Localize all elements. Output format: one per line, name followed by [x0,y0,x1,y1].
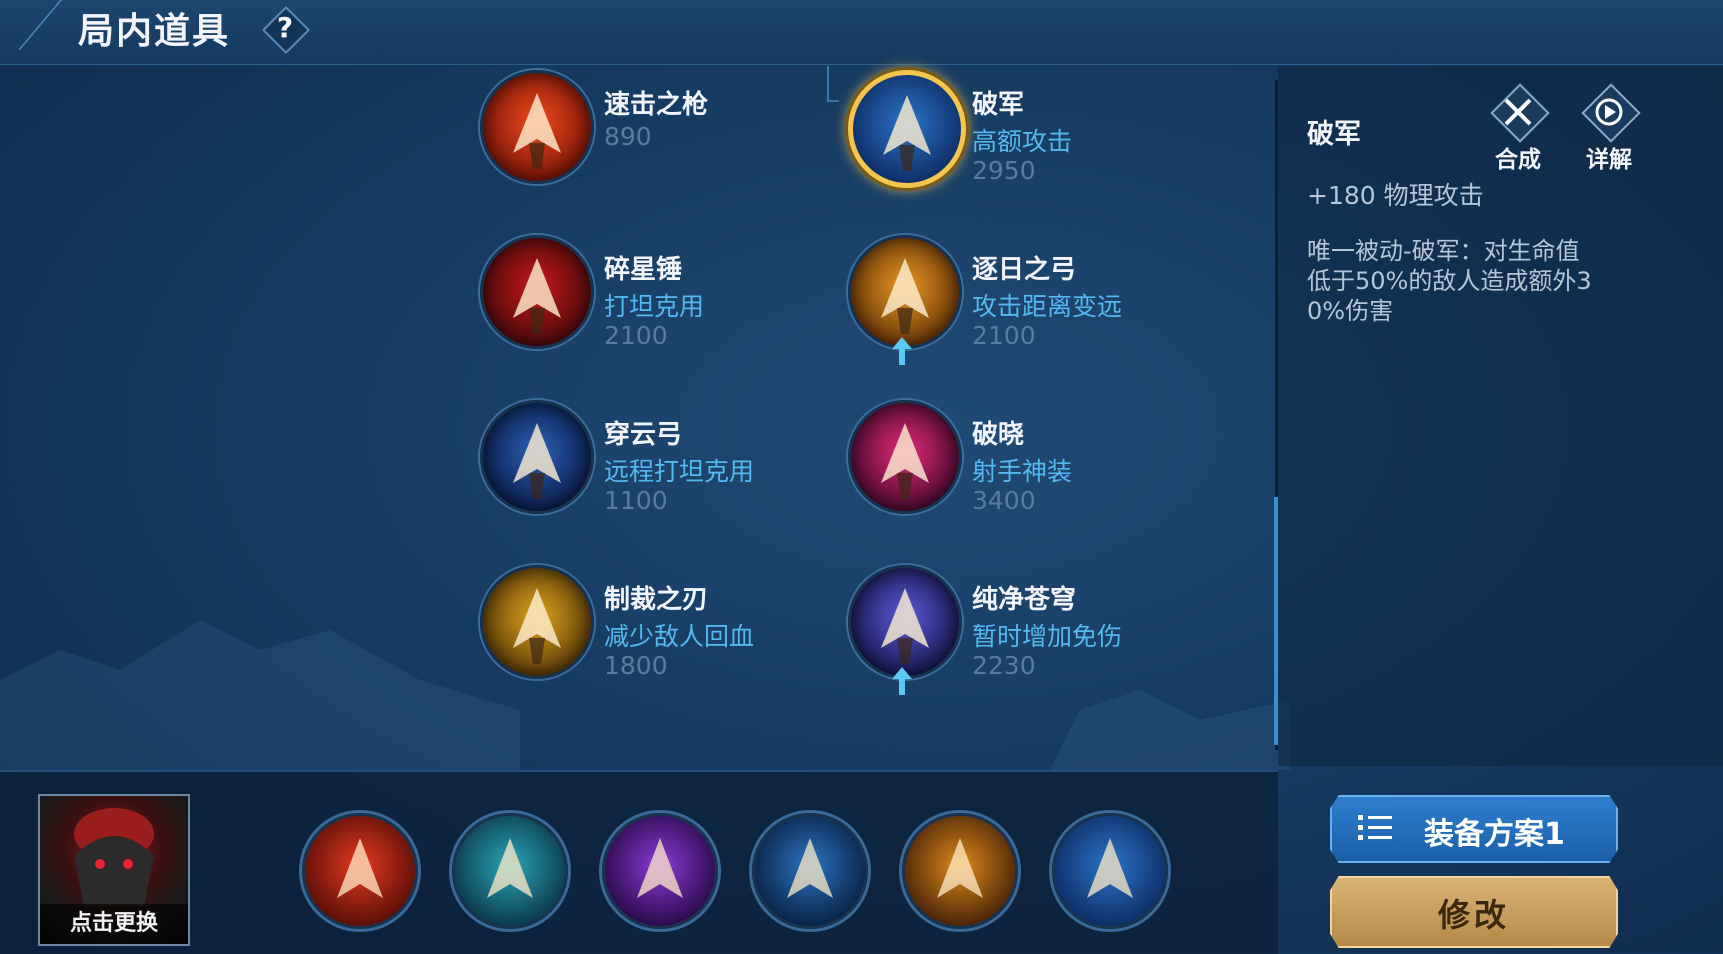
spear-icon [480,70,594,184]
equipment-plan-button[interactable]: 装备方案1 [1330,795,1618,863]
item-card[interactable]: 破军高额攻击 2950 [848,70,1208,200]
item-name: 速击之枪 [604,90,709,120]
item-name: 制裁之刃 [604,585,709,615]
list-icon [1358,815,1392,840]
item-name: 逐日之弓 [972,255,1077,285]
bow-icon [848,235,962,349]
tree-connector-branch [827,100,839,102]
axe-icon[interactable] [602,813,718,929]
item-name: 碎星锤 [604,255,683,285]
modify-button[interactable]: 修改 [1330,876,1618,948]
item-price: 1100 [604,486,668,515]
item-tag: 远程打坦克用 [604,457,755,486]
item-art [883,95,931,171]
item-price: 2100 [972,321,1036,350]
item-tag: 暂时增加免伤 [972,622,1123,651]
mountain-decoration [0,620,520,770]
item-art [881,588,929,664]
item-card[interactable]: 碎星锤打坦克用 2100 [480,235,840,365]
item-card[interactable]: 速击之枪 890 [480,70,840,200]
crossed-swords-icon [1504,98,1532,126]
item-price: 3400 [972,486,1036,515]
boots-icon[interactable] [452,813,568,929]
top-bar [0,0,1723,65]
item-name: 纯净苍穹 [972,585,1077,615]
item-price: 2950 [972,156,1036,185]
desc-line: 0%伤害 [1307,297,1394,325]
hero-portrait-icon [74,808,154,906]
equip-slot-1-icon[interactable] [302,813,418,929]
item-tag: 射手神装 [972,457,1073,486]
tree-connector [827,66,829,102]
item-tag: 高额攻击 [972,127,1073,156]
upgrade-arrow-icon [892,337,912,365]
item-art [881,423,929,499]
item-card[interactable]: 纯净苍穹暂时增加免伤 2230 [848,565,1208,695]
crossbow-icon [480,400,594,514]
slot-art [787,838,833,898]
desc-line: 唯一被动-破军：对生命值 [1307,237,1580,265]
sun-blade-icon[interactable] [752,813,868,929]
trident-icon [848,70,966,188]
details-button[interactable]: 详解 [1573,83,1643,176]
change-hero-label: 点击更换 [40,904,188,944]
equipment-plan-label: 装备方案1 [1424,817,1565,852]
item-name: 破军 [972,90,1025,120]
slot-art [637,838,683,898]
slot-art [337,838,383,898]
item-name: 穿云弓 [604,420,683,450]
item-art [513,258,561,334]
item-name: 破晓 [972,420,1025,450]
sky-sword-icon [848,565,962,679]
synthesis-label: 合成 [1495,147,1541,173]
synthesis-button[interactable]: 合成 [1482,83,1552,176]
help-button[interactable]: ? [261,5,311,55]
item-tag: 打坦克用 [604,292,705,321]
item-art [513,423,561,499]
item-tag: 攻击距离变远 [972,292,1123,321]
trident-icon[interactable] [1052,813,1168,929]
dragon-blade-icon[interactable] [902,813,1018,929]
item-art [513,588,561,664]
item-price: 1800 [604,651,668,680]
slot-art [937,838,983,898]
play-circle-icon [1595,98,1623,126]
item-price: 2230 [972,651,1036,680]
slot-art [487,838,533,898]
detail-stat: +180 物理攻击 [1307,181,1484,210]
item-price: 2100 [604,321,668,350]
item-art [881,258,929,334]
item-tag: 减少敌人回血 [604,622,755,651]
question-icon: ? [276,11,294,44]
hammer-icon [480,235,594,349]
item-card[interactable]: 逐日之弓攻击距离变远 2100 [848,235,1208,365]
item-card[interactable]: 穿云弓远程打坦克用 1100 [480,400,840,530]
item-card[interactable]: 制裁之刃减少敌人回血 1800 [480,565,840,695]
item-price: 890 [604,122,652,151]
page-title: 局内道具 [78,11,231,52]
scroll-thumb[interactable] [1274,497,1278,745]
header-decoration [0,0,63,50]
details-label: 详解 [1586,147,1632,173]
dawn-crossbow-icon [848,400,962,514]
detail-item-name: 破军 [1307,119,1361,150]
hero-avatar[interactable]: 点击更换 [38,794,190,946]
desc-line: 低于50%的敌人造成额外3 [1307,267,1592,295]
slot-art [1087,838,1133,898]
detail-description: 唯一被动-破军：对生命值 低于50%的敌人造成额外3 0%伤害 [1307,236,1627,326]
item-card[interactable]: 破晓射手神装 3400 [848,400,1208,530]
modify-label: 修改 [1437,896,1510,934]
upgrade-arrow-icon [892,667,912,695]
blade-icon [480,565,594,679]
item-art [513,93,561,169]
